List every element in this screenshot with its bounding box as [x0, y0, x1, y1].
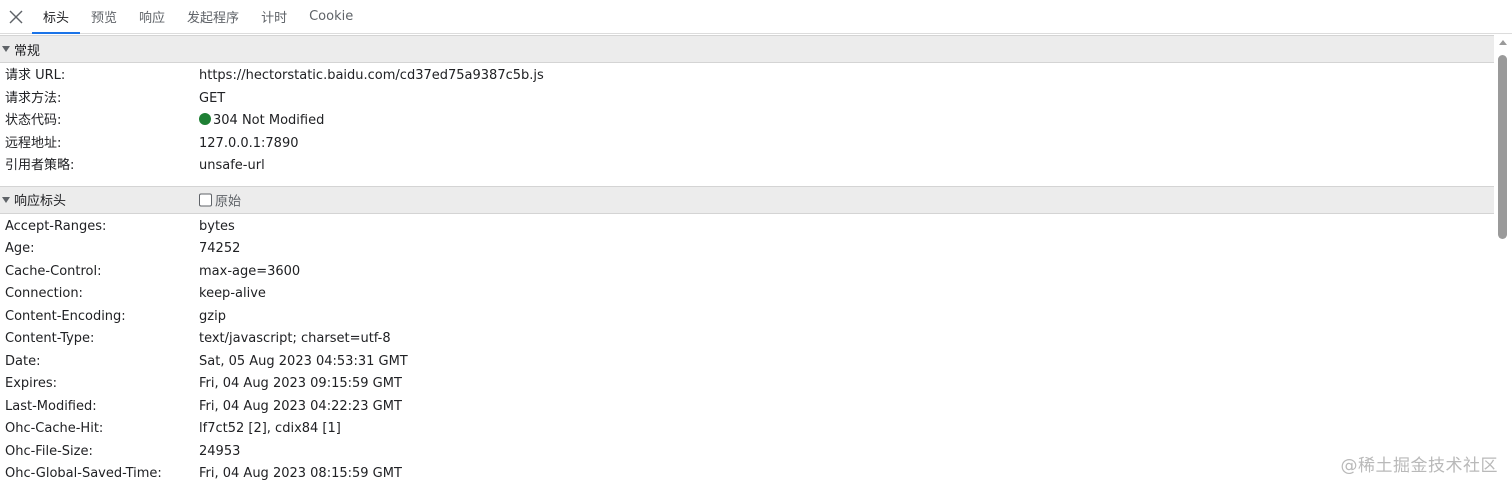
- raw-checkbox-label: 原始: [215, 194, 242, 209]
- scroll-up-arrow-icon[interactable]: [1499, 40, 1507, 45]
- header-row: Date: Sat, 05 Aug 2023 04:53:31 GMT: [0, 351, 1494, 374]
- general-section-header[interactable]: 常规: [0, 35, 1494, 63]
- header-row: Ohc-File-Size: 24953: [0, 441, 1494, 464]
- general-section-title: 常规: [14, 43, 41, 59]
- tab-cookies[interactable]: Cookie: [298, 0, 364, 33]
- header-key: 状态代码:: [5, 113, 62, 128]
- raw-checkbox[interactable]: [199, 193, 212, 206]
- header-value: Sat, 05 Aug 2023 04:53:31 GMT: [199, 353, 408, 369]
- header-key: Ohc-Cache-Hit:: [5, 421, 104, 436]
- scrollbar-thumb[interactable]: [1498, 55, 1507, 239]
- tab-bar: 标头 预览 响应 发起程序 计时 Cookie: [0, 0, 1512, 34]
- response-headers-section: Accept-Ranges: bytes Age: 74252 Cache-Co…: [0, 214, 1494, 486]
- expand-triangle-icon: [2, 196, 10, 203]
- header-row: Cache-Control: max-age=3600: [0, 261, 1494, 284]
- tab-preview[interactable]: 预览: [80, 0, 128, 33]
- header-key: Connection:: [5, 286, 83, 301]
- header-value: gzip: [199, 308, 226, 324]
- header-row-remote-address: 远程地址: 127.0.0.1:7890: [0, 133, 1494, 156]
- header-row: Ohc-Cache-Hit: lf7ct52 [2], cdix84 [1]: [0, 418, 1494, 441]
- header-value: 24953: [199, 443, 241, 459]
- header-value: lf7ct52 [2], cdix84 [1]: [199, 421, 341, 436]
- header-value: keep-alive: [199, 286, 266, 301]
- header-key: Accept-Ranges:: [5, 218, 107, 234]
- header-row-status-code: 状态代码: 304 Not Modified: [0, 110, 1494, 133]
- header-row: Expires: Fri, 04 Aug 2023 09:15:59 GMT: [0, 373, 1494, 396]
- header-key: Last-Modified:: [5, 398, 97, 414]
- status-text: 304 Not Modified: [213, 113, 325, 128]
- header-key: 远程地址:: [5, 135, 62, 151]
- headers-panel: 常规 请求 URL: https://hectorstatic.baidu.co…: [0, 35, 1494, 492]
- tab-initiator[interactable]: 发起程序: [176, 0, 250, 33]
- header-value: text/javascript; charset=utf-8: [199, 331, 391, 346]
- header-key: Date:: [5, 353, 41, 369]
- header-value: Fri, 04 Aug 2023 09:15:59 GMT: [199, 376, 402, 391]
- header-value: Fri, 04 Aug 2023 04:22:23 GMT: [199, 398, 402, 414]
- header-value-status: 304 Not Modified: [199, 110, 324, 133]
- header-value: max-age=3600: [199, 263, 301, 279]
- response-headers-section-header[interactable]: 响应标头 原始: [0, 185, 1494, 214]
- header-row: Ohc-Global-Saved-Time: Fri, 04 Aug 2023 …: [0, 463, 1494, 486]
- header-value: GET: [199, 90, 226, 106]
- header-key: Age:: [5, 241, 35, 256]
- tab-timing[interactable]: 计时: [250, 0, 298, 33]
- close-button[interactable]: [0, 0, 32, 33]
- header-row: Age: 74252: [0, 238, 1494, 261]
- header-row-request-method: 请求方法: GET: [0, 88, 1494, 111]
- header-key: 引用者策略:: [5, 158, 75, 173]
- watermark: @稀土掘金技术社区: [1340, 456, 1498, 476]
- header-key: Ohc-Global-Saved-Time:: [5, 466, 162, 481]
- expand-triangle-icon: [2, 46, 10, 52]
- header-row: Content-Encoding: gzip: [0, 306, 1494, 329]
- header-row: Connection: keep-alive: [0, 283, 1494, 306]
- raw-headers-toggle[interactable]: 原始: [199, 190, 241, 209]
- header-key: Content-Encoding:: [5, 308, 126, 324]
- close-icon: [9, 10, 23, 23]
- header-key: Cache-Control:: [5, 263, 102, 279]
- header-key: Ohc-File-Size:: [5, 443, 93, 459]
- header-key: Content-Type:: [5, 331, 95, 346]
- status-dot-icon: [199, 113, 211, 125]
- tab-response[interactable]: 响应: [128, 0, 176, 33]
- header-key: Expires:: [5, 376, 57, 391]
- header-value: bytes: [199, 218, 235, 234]
- header-row-referrer-policy: 引用者策略: unsafe-url: [0, 155, 1494, 178]
- header-value: 127.0.0.1:7890: [199, 135, 299, 151]
- header-value: 74252: [199, 241, 241, 256]
- tab-headers[interactable]: 标头: [32, 0, 81, 34]
- header-value: unsafe-url: [199, 158, 265, 173]
- header-row: Content-Type: text/javascript; charset=u…: [0, 328, 1494, 351]
- header-row-request-url: 请求 URL: https://hectorstatic.baidu.com/c…: [0, 65, 1494, 88]
- response-headers-title: 响应标头: [14, 194, 67, 209]
- header-key: 请求方法:: [5, 90, 62, 106]
- header-value: Fri, 04 Aug 2023 08:15:59 GMT: [199, 466, 402, 481]
- header-row: Last-Modified: Fri, 04 Aug 2023 04:22:23…: [0, 396, 1494, 419]
- vertical-scrollbar[interactable]: [1494, 35, 1512, 492]
- header-key: 请求 URL:: [5, 68, 66, 83]
- header-value: https://hectorstatic.baidu.com/cd37ed75a…: [199, 68, 544, 83]
- header-row: Accept-Ranges: bytes: [0, 216, 1494, 239]
- general-section: 请求 URL: https://hectorstatic.baidu.com/c…: [0, 63, 1494, 186]
